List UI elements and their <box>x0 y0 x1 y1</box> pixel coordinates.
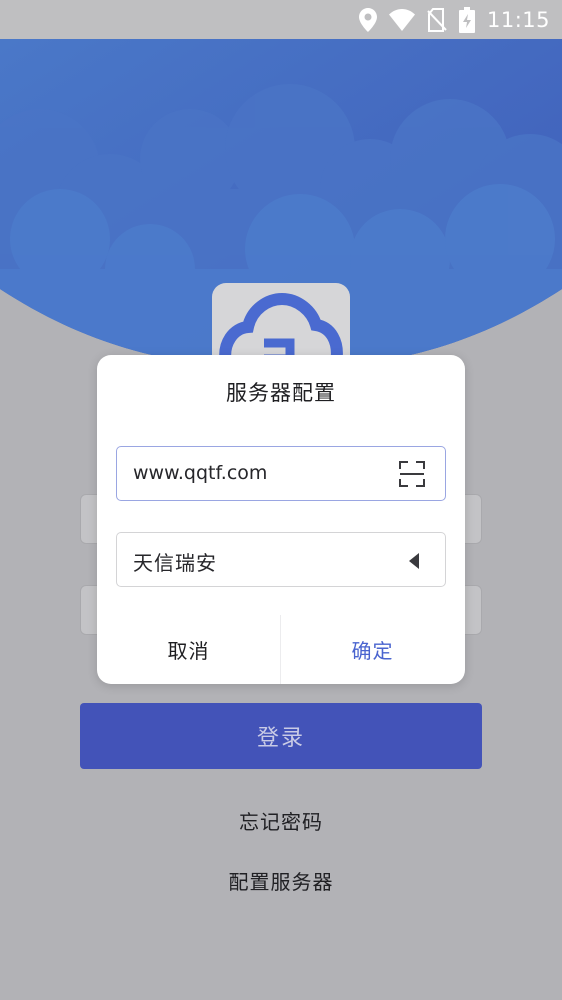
server-config-dialog: 服务器配置 天信瑞安 取消 确定 <box>97 355 465 684</box>
company-select[interactable]: 天信瑞安 <box>116 532 446 587</box>
status-bar: 11:15 <box>0 0 562 39</box>
dialog-button-row: 取消 确定 <box>97 615 465 684</box>
server-address-input[interactable] <box>133 447 383 499</box>
dialog-title: 服务器配置 <box>226 381 336 405</box>
battery-charging-icon <box>458 7 475 33</box>
cancel-button[interactable]: 取消 <box>97 615 280 684</box>
company-selected-value: 天信瑞安 <box>133 551 217 575</box>
location-icon <box>358 8 377 32</box>
wifi-icon <box>388 9 415 31</box>
server-address-field[interactable] <box>116 446 446 501</box>
status-icons: 11:15 <box>358 6 550 34</box>
confirm-button[interactable]: 确定 <box>281 615 464 684</box>
status-time: 11:15 <box>486 8 550 32</box>
no-sim-icon <box>427 8 447 32</box>
scan-qr-icon[interactable] <box>399 461 425 487</box>
caret-left-icon <box>409 553 419 569</box>
